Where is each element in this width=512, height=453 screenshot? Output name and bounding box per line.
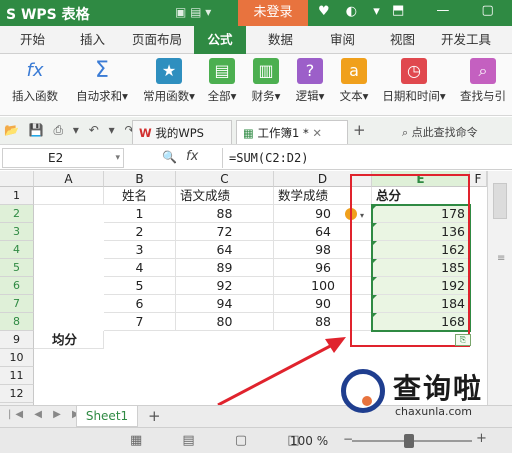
fx-icon: fx — [26, 60, 44, 81]
insert-function-button[interactable]: fx 插入函数 — [8, 58, 62, 104]
zoom-out-icon[interactable]: − — [343, 432, 353, 446]
ribbon: fx 插入函数 Σ 自动求和▾ ★ 常用函数▾ ▤ 全部▾ ▥ 财务▾ ? 逻辑… — [0, 54, 512, 116]
tab-view[interactable]: 视图 — [390, 26, 430, 54]
formula-bar: E2 ▾ 🔍 fx =SUM(C2:D2) — [0, 146, 512, 170]
finance-button[interactable]: ▥ 财务▾ — [246, 58, 286, 104]
chevron-down-icon[interactable]: ▾ — [115, 149, 120, 167]
skin-icons[interactable]: ♥ ◐ ▾ — [318, 4, 386, 19]
wps-logo-icon: W — [139, 126, 152, 140]
watermark: 查询啦 chaxunla.com — [335, 365, 507, 425]
book-icon: ▤ — [209, 58, 235, 84]
question-book-icon: ? — [297, 58, 323, 84]
menu-bar: 开始 插入 页面布局 公式 数据 审阅 视图 开发工具 — [0, 26, 512, 54]
new-tab-icon[interactable]: + — [353, 121, 366, 139]
tab-review[interactable]: 审阅 — [330, 26, 370, 54]
all-functions-button[interactable]: ▤ 全部▾ — [202, 58, 242, 104]
tab-data[interactable]: 数据 — [268, 26, 308, 54]
zoom-search-icon[interactable]: 🔍 — [162, 150, 177, 164]
close-icon[interactable]: ✕ — [312, 126, 322, 140]
autosum-button[interactable]: Σ 自动求和▾ — [70, 58, 134, 104]
sheet-doc-icon: ▦ — [243, 126, 254, 140]
title-bar: S WPS 表格 ▣ ▤ ▾ 未登录 ♥ ◐ ▾ ⬒ — ▢ — [0, 0, 512, 26]
search-icon: ⌕ — [402, 126, 409, 139]
command-search[interactable]: ⌕ 点此查找命令 — [402, 124, 478, 140]
common-functions-button[interactable]: ★ 常用函数▾ — [138, 58, 200, 104]
sheet-tab-sheet1[interactable]: Sheet1 — [76, 406, 138, 427]
tab-insert[interactable]: 插入 — [80, 26, 120, 54]
watermark-domain: chaxunla.com — [395, 405, 472, 418]
logic-button[interactable]: ? 逻辑▾ — [290, 58, 330, 104]
zoom-level[interactable]: 100 % — [290, 434, 328, 448]
tab-formulas[interactable]: 公式 — [194, 26, 246, 54]
scroll-thumb[interactable] — [493, 183, 507, 219]
text-book-icon: a — [341, 58, 367, 84]
tab-page-layout[interactable]: 页面布局 — [132, 26, 192, 54]
formula-input[interactable]: =SUM(C2:D2) — [222, 148, 510, 168]
star-book-icon: ★ — [156, 58, 182, 84]
lookup-button[interactable]: ⌕ 查找与引 — [454, 58, 512, 104]
name-box[interactable]: E2 ▾ — [2, 148, 124, 168]
brand-logo-icon — [341, 369, 385, 413]
watermark-brand: 查询啦 — [393, 372, 484, 405]
tab-workbook[interactable]: ▦ 工作簿1 * ✕ — [236, 120, 348, 144]
text-button[interactable]: a 文本▾ — [334, 58, 374, 104]
window-controls[interactable]: ⬒ — ▢ — [392, 3, 508, 18]
status-bar: ▦ ▤ ▢ ◫ 100 % − + — [0, 427, 512, 453]
tab-my-wps[interactable]: W 我的WPS — [132, 120, 232, 144]
tab-start[interactable]: 开始 — [20, 26, 60, 54]
app-title: S WPS 表格 — [6, 7, 90, 23]
grip-icon[interactable]: ≡ — [497, 253, 505, 264]
clock-book-icon: ◷ — [401, 58, 427, 84]
doc-icons[interactable]: ▣ ▤ ▾ — [175, 5, 211, 19]
fx-button[interactable]: fx — [186, 149, 198, 164]
zoom-in-icon[interactable]: + — [476, 431, 487, 446]
login-button[interactable]: 未登录 — [238, 0, 308, 26]
finance-book-icon: ▥ — [253, 58, 279, 84]
zoom-slider-knob[interactable] — [404, 434, 414, 448]
document-tabs-bar: 📂 💾 ⎙ ▾ ↶ ▾ ↷ ▾ W 我的WPS ▦ 工作簿1 * ✕ + ⌕ 点… — [0, 117, 512, 145]
date-time-button[interactable]: ◷ 日期和时间▾ — [378, 58, 450, 104]
tab-developer[interactable]: 开发工具 — [441, 26, 507, 54]
quick-access-icons[interactable]: 📂 💾 ⎙ ▾ ↶ ▾ ↷ ▾ — [4, 123, 153, 138]
sum-icon: Σ — [95, 58, 109, 83]
add-sheet-icon[interactable]: + — [148, 407, 161, 425]
search-book-icon: ⌕ — [470, 58, 496, 84]
